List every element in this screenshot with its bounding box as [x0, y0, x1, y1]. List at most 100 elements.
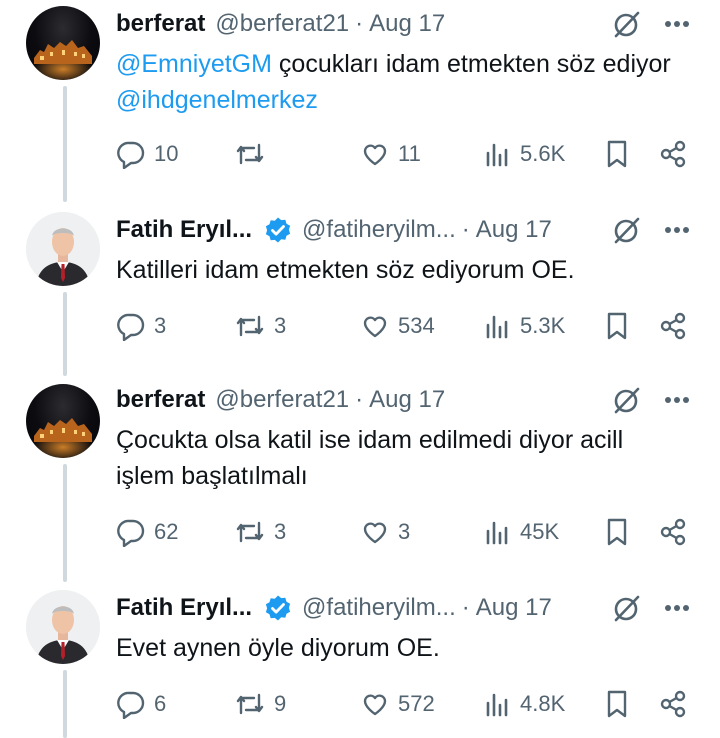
author-handle[interactable]: @berferat21 [215, 10, 349, 38]
bookmark-button[interactable] [604, 515, 630, 549]
views-count: 5.6K [520, 141, 566, 166]
views-icon [486, 315, 508, 339]
like-button[interactable]: 11 [360, 137, 421, 171]
reply-icon [117, 313, 145, 341]
repost-icon [236, 693, 264, 715]
like-button[interactable]: 572 [360, 687, 435, 721]
night-city-avatar-icon [26, 40, 100, 80]
reply-icon [117, 519, 145, 547]
repost-button[interactable]: 3 [234, 309, 286, 343]
share-button[interactable] [658, 515, 688, 549]
views-button[interactable]: 5.3K [484, 309, 565, 343]
reply-icon [117, 691, 145, 719]
reply-button[interactable]: 3 [116, 309, 166, 343]
repost-count: 3 [274, 313, 287, 338]
tweet-text: Çocukta olsa katil ise idam edilmedi diy… [116, 422, 680, 494]
views-icon [486, 693, 508, 717]
views-count: 5.3K [520, 313, 566, 338]
separator-dot: · [461, 216, 470, 243]
separator-dot: · [355, 386, 364, 413]
reply-button[interactable]: 62 [116, 515, 178, 549]
share-icon [660, 690, 686, 718]
views-icon [486, 521, 508, 545]
share-icon [660, 312, 686, 340]
tweet-text-segment: Evet aynen öyle diyorum OE. [116, 634, 440, 662]
repost-icon [236, 521, 264, 543]
views-button[interactable]: 5.6K [484, 137, 565, 171]
repost-button[interactable]: 3 [234, 515, 286, 549]
tweet-text-segment: Çocukta olsa katil ise idam edilmedi diy… [116, 426, 624, 490]
author-name[interactable]: Fatih Eryıl... [116, 594, 252, 622]
reply-button[interactable]: 6 [116, 687, 166, 721]
repost-count: 9 [274, 691, 287, 716]
grok-slash-icon[interactable] [612, 215, 642, 245]
verified-badge-icon [264, 216, 292, 244]
views-button[interactable]: 4.8K [484, 687, 565, 721]
bookmark-icon [607, 518, 627, 546]
author-handle[interactable]: @fatiheryilm... [302, 216, 456, 244]
tweet[interactable]: berferat @berferat21 · Aug 17 Çocukta ol… [0, 382, 720, 582]
more-icon[interactable] [664, 604, 690, 612]
author-handle[interactable]: @fatiheryilm... [302, 594, 456, 622]
bookmark-button[interactable] [604, 309, 630, 343]
author-handle[interactable]: @berferat21 [215, 386, 349, 414]
like-count: 534 [398, 313, 435, 338]
tweet-date[interactable]: Aug 17 [369, 10, 445, 38]
bookmark-icon [607, 140, 627, 168]
tweet-text: Evet aynen öyle diyorum OE. [116, 630, 680, 666]
more-icon[interactable] [664, 396, 690, 404]
tweet-text-segment: Katilleri idam etmekten söz ediyorum OE. [116, 256, 575, 284]
avatar[interactable] [26, 590, 100, 664]
avatar[interactable] [26, 384, 100, 458]
repost-button[interactable]: 9 [234, 687, 286, 721]
share-button[interactable] [658, 309, 688, 343]
separator-dot: · [355, 10, 364, 37]
like-button[interactable]: 3 [360, 515, 410, 549]
mention-link[interactable]: @ihdgenelmerkez [116, 86, 318, 114]
author-name[interactable]: berferat [116, 386, 205, 414]
mention-link[interactable]: @EmniyetGM [116, 50, 272, 78]
grok-slash-icon[interactable] [612, 385, 642, 415]
tweet-text: @EmniyetGM çocukları idam etmekten söz e… [116, 46, 680, 118]
bookmark-button[interactable] [604, 137, 630, 171]
more-icon[interactable] [664, 226, 690, 234]
views-count: 45K [520, 519, 560, 544]
tweet[interactable]: Fatih Eryıl... @fatiheryilm... · Aug 17 … [0, 212, 720, 382]
author-name[interactable]: Fatih Eryıl... [116, 216, 252, 244]
like-button[interactable]: 534 [360, 309, 435, 343]
more-icon[interactable] [664, 20, 690, 28]
tweet[interactable]: Fatih Eryıl... @fatiheryilm... · Aug 17 … [0, 590, 720, 738]
reply-count: 6 [154, 691, 167, 716]
verified-badge-icon [264, 594, 292, 622]
repost-button[interactable] [234, 137, 274, 171]
tweet[interactable]: berferat @berferat21 · Aug 17 @EmniyetGM… [0, 4, 720, 194]
heart-icon [363, 144, 387, 166]
bookmark-icon [607, 690, 627, 718]
reply-button[interactable]: 10 [116, 137, 178, 171]
night-city-avatar-icon [26, 418, 100, 458]
views-icon [486, 143, 508, 167]
man-in-suit-avatar-icon [26, 212, 100, 286]
reply-icon [117, 141, 145, 169]
share-button[interactable] [658, 137, 688, 171]
tweet-date[interactable]: Aug 17 [476, 594, 552, 622]
share-button[interactable] [658, 687, 688, 721]
author-name[interactable]: berferat [116, 10, 205, 38]
avatar[interactable] [26, 212, 100, 286]
grok-slash-icon[interactable] [612, 9, 642, 39]
bookmark-button[interactable] [604, 687, 630, 721]
tweet-text: Katilleri idam etmekten söz ediyorum OE. [116, 252, 680, 288]
grok-slash-icon[interactable] [612, 593, 642, 623]
heart-icon [363, 522, 387, 544]
heart-icon [363, 316, 387, 338]
views-count: 4.8K [520, 691, 566, 716]
tweet-date[interactable]: Aug 17 [476, 216, 552, 244]
like-count: 3 [398, 519, 411, 544]
avatar[interactable] [26, 6, 100, 80]
repost-icon [236, 143, 264, 165]
reply-count: 3 [154, 313, 167, 338]
views-button[interactable]: 45K [484, 515, 559, 549]
tweet-date[interactable]: Aug 17 [369, 386, 445, 414]
repost-count: 3 [274, 519, 287, 544]
separator-dot: · [461, 594, 470, 621]
